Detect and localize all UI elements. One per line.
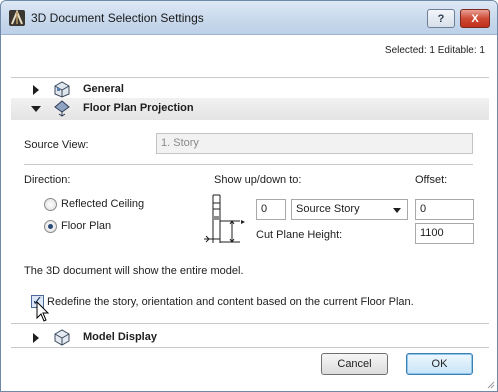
radio-floor-plan[interactable] [44, 220, 57, 233]
show-updown-select-value: Source Story [296, 203, 360, 215]
general-settings-icon [53, 81, 71, 98]
show-updown-label: Show up/down to: [214, 174, 302, 186]
direction-label: Direction: [24, 174, 71, 186]
section-floor-plan-projection[interactable]: Floor Plan Projection [11, 100, 489, 118]
resize-grip-icon[interactable] [485, 379, 495, 389]
info-text: The 3D document will show the entire mod… [24, 265, 244, 277]
divider [11, 323, 489, 324]
cut-plane-height-label: Cut Plane Height: [256, 229, 343, 241]
section-model-display[interactable]: Model Display [11, 329, 489, 347]
cancel-button[interactable]: Cancel [321, 353, 388, 375]
redefine-label: Redefine the story, orientation and cont… [47, 296, 414, 308]
help-button[interactable]: ? [427, 9, 455, 28]
model-display-icon [53, 329, 71, 346]
floor-plan-projection-icon [53, 100, 71, 117]
source-view-field: 1. Story [156, 133, 473, 154]
ok-button[interactable]: OK [406, 353, 473, 375]
cut-plane-height-input[interactable]: 1100 [415, 223, 474, 244]
dialog-window: 3D Document Selection Settings ? X Selec… [0, 0, 498, 392]
source-view-label: Source View: [24, 139, 89, 151]
window-title: 3D Document Selection Settings [31, 11, 204, 25]
close-button[interactable]: X [460, 9, 490, 28]
radio-floor-plan-label: Floor Plan [61, 220, 112, 232]
archicad-icon [9, 10, 25, 26]
selection-status: Selected: 1 Editable: 1 [384, 45, 485, 56]
expand-arrow-icon[interactable] [33, 333, 39, 343]
section-general-label: General [83, 83, 124, 95]
chevron-down-icon [393, 208, 401, 213]
section-model-display-label: Model Display [83, 331, 157, 343]
section-floor-plan-label: Floor Plan Projection [83, 102, 194, 114]
divider [11, 347, 489, 348]
show-updown-select[interactable]: Source Story [291, 199, 408, 220]
section-height-diagram-icon [200, 189, 252, 249]
section-general[interactable]: General [11, 81, 489, 99]
offset-label: Offset: [415, 174, 448, 186]
divider [24, 164, 473, 165]
divider [11, 77, 489, 78]
offset-input[interactable]: 0 [415, 199, 474, 220]
radio-reflected-ceiling[interactable] [44, 198, 57, 211]
show-updown-input[interactable]: 0 [256, 199, 286, 220]
radio-reflected-ceiling-label: Reflected Ceiling [61, 198, 145, 210]
expand-arrow-icon[interactable] [33, 85, 39, 95]
collapse-arrow-icon[interactable] [31, 106, 41, 112]
title-bar[interactable]: 3D Document Selection Settings ? X [1, 1, 497, 35]
